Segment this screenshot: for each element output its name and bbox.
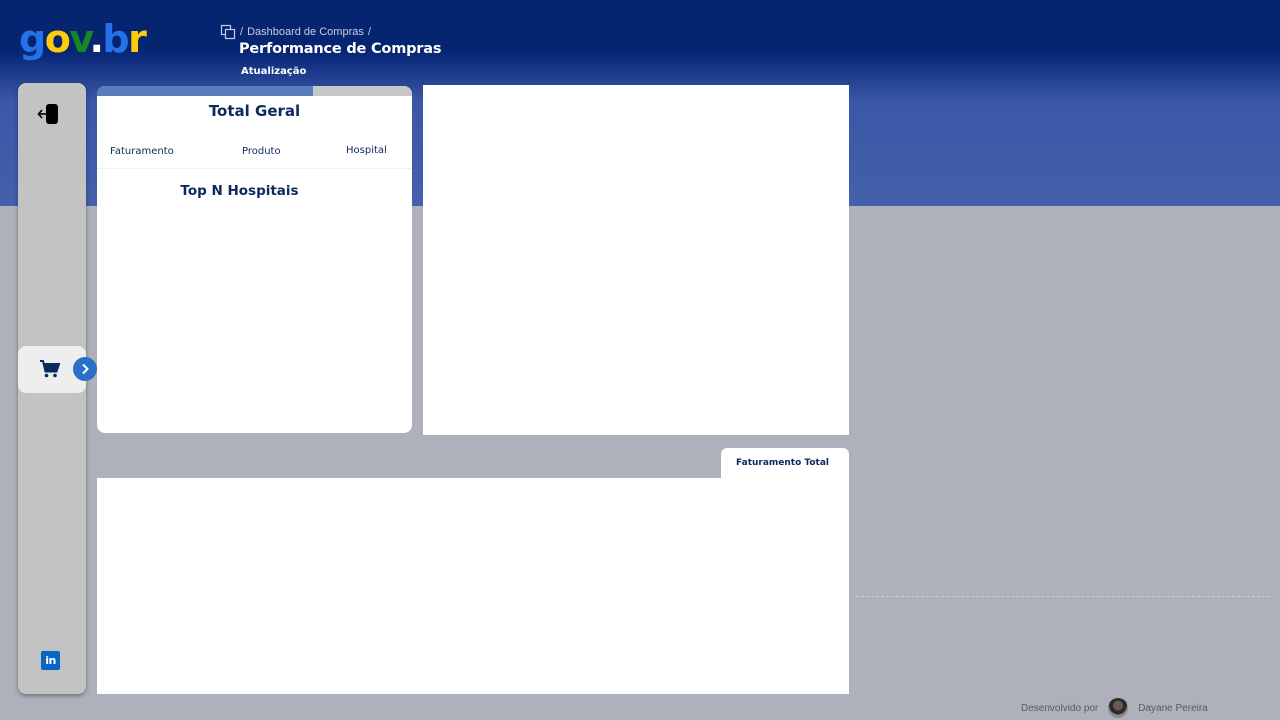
sidebar-expand-button[interactable] bbox=[73, 357, 97, 381]
card-title: Total Geral bbox=[208, 102, 301, 120]
logo-letter-o: o bbox=[44, 17, 71, 61]
footer-author[interactable]: Dayane Pereira bbox=[1138, 703, 1207, 714]
filter-produto[interactable]: Produto bbox=[242, 146, 281, 157]
footer-credit: Desenvolvido por Dayane Pereira bbox=[1021, 698, 1208, 718]
tab-faturamento-total[interactable]: Faturamento Total bbox=[721, 448, 849, 480]
cart-icon bbox=[40, 360, 61, 378]
card-tab-strip[interactable] bbox=[97, 86, 412, 96]
sidebar: in bbox=[18, 83, 86, 694]
update-label: Atualização bbox=[241, 66, 307, 77]
logo-letter-v: v bbox=[69, 17, 91, 61]
pages-icon[interactable] bbox=[220, 24, 236, 40]
divider bbox=[97, 168, 412, 169]
visual-panel-bottom bbox=[97, 478, 849, 694]
linkedin-icon[interactable]: in bbox=[41, 651, 60, 670]
breadcrumb: / Dashboard de Compras / bbox=[220, 24, 371, 40]
logo-letter-g: g bbox=[19, 17, 46, 61]
filter-faturamento[interactable]: Faturamento bbox=[110, 146, 174, 157]
logo-dot: . bbox=[89, 17, 103, 61]
filter-card: Total Geral Faturamento Produto Hospital… bbox=[97, 86, 412, 433]
breadcrumb-separator: / bbox=[240, 26, 244, 38]
footer-prefix: Desenvolvido por bbox=[1021, 702, 1099, 714]
exit-icon[interactable] bbox=[37, 103, 61, 125]
chevron-right-icon bbox=[82, 363, 89, 375]
card-tab-active[interactable] bbox=[97, 86, 313, 96]
avatar bbox=[1108, 698, 1129, 718]
filter-hospital[interactable]: Hospital bbox=[346, 145, 387, 156]
page-title: Performance de Compras bbox=[239, 41, 442, 57]
visual-panel-top bbox=[423, 85, 849, 435]
govbr-logo[interactable]: gov.br bbox=[19, 17, 147, 61]
breadcrumb-dashboard-link[interactable]: Dashboard de Compras bbox=[247, 26, 364, 38]
logo-letter-r: r bbox=[128, 17, 147, 61]
dashed-divider bbox=[856, 596, 1270, 597]
logo-letter-b: b bbox=[102, 17, 129, 61]
top-n-hospitais-title: Top N Hospitais bbox=[180, 183, 299, 199]
breadcrumb-separator: / bbox=[367, 26, 371, 38]
